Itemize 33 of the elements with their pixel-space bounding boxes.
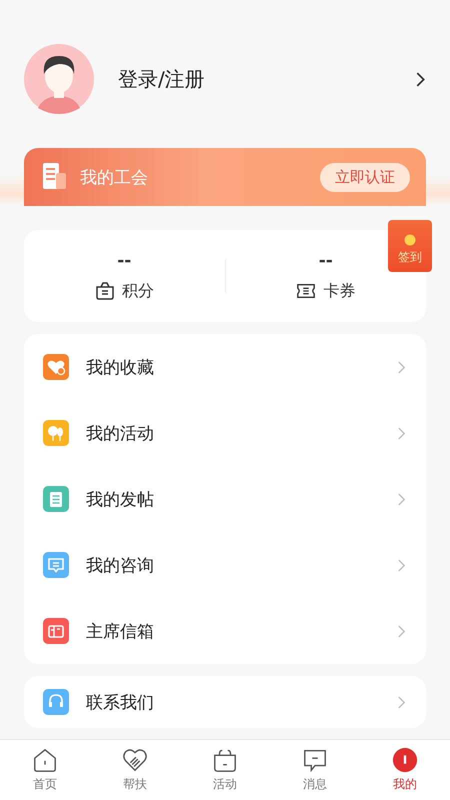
menu-item[interactable]: 我的活动 <box>24 400 426 466</box>
stat-value: -- <box>117 250 132 270</box>
union-title: 我的工会 <box>80 166 149 188</box>
tab[interactable]: 首页 <box>0 740 90 800</box>
chevron-right-icon <box>397 694 406 710</box>
login-link[interactable]: 登录/注册 <box>118 66 415 92</box>
menu-item[interactable]: 主席信箱 <box>24 598 426 664</box>
avatar-icon[interactable] <box>24 44 94 114</box>
home-icon <box>32 747 58 773</box>
tab[interactable]: 帮扶 <box>90 740 180 800</box>
basket-icon <box>94 282 115 300</box>
stat-value: -- <box>318 250 333 270</box>
chevron-right-icon <box>397 360 406 374</box>
chevron-right-icon <box>397 624 406 638</box>
document-icon <box>43 163 67 191</box>
menu-item[interactable]: 我的咨询 <box>24 532 426 598</box>
menu-item[interactable]: 我的发帖 <box>24 466 426 532</box>
stat-label[interactable]: 卡券 <box>323 280 356 302</box>
ticket-icon <box>296 282 316 300</box>
chevron-right-icon[interactable] <box>415 70 426 88</box>
stat-label[interactable]: 积分 <box>122 280 154 302</box>
menu-item[interactable]: 联系我们 <box>24 676 426 728</box>
tab[interactable]: 活动 <box>180 740 270 800</box>
menu-item[interactable]: 我的收藏 <box>24 334 426 400</box>
chevron-right-icon <box>397 492 406 506</box>
tab[interactable]: 消息 <box>270 740 360 800</box>
chevron-right-icon <box>397 558 406 572</box>
bag-icon <box>212 747 238 773</box>
coin-icon <box>404 234 416 246</box>
tab[interactable]: 我的 <box>360 740 450 800</box>
chevron-right-icon <box>397 426 406 440</box>
handshake-icon <box>122 747 148 773</box>
message-icon <box>302 747 328 773</box>
